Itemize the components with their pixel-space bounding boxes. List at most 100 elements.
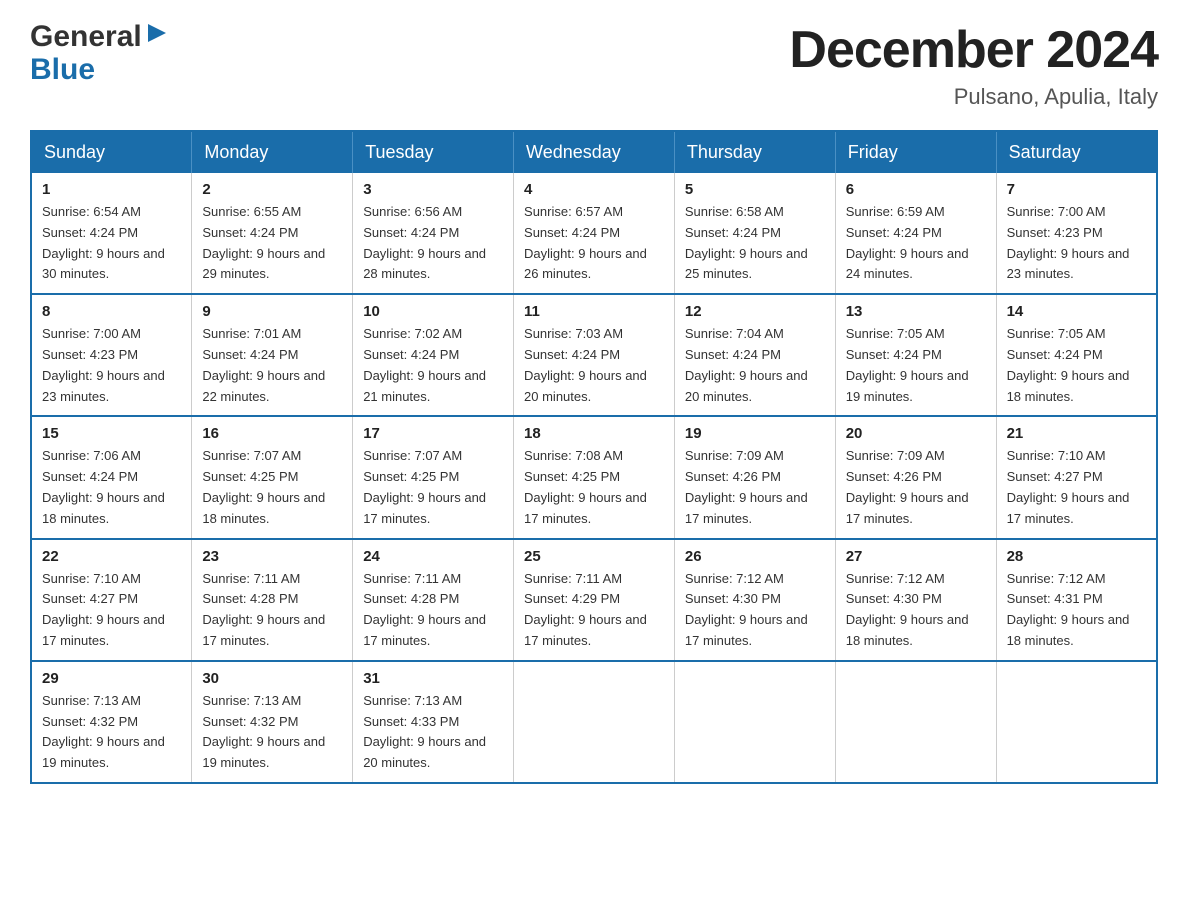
day-cell-26: 26 Sunrise: 7:12 AMSunset: 4:30 PMDayligh… <box>674 539 835 661</box>
day-info-9: Sunrise: 7:01 AMSunset: 4:24 PMDaylight:… <box>202 324 342 407</box>
week-row-5: 29 Sunrise: 7:13 AMSunset: 4:32 PMDayligh… <box>31 661 1157 783</box>
day-info-27: Sunrise: 7:12 AMSunset: 4:30 PMDaylight:… <box>846 569 986 652</box>
col-tuesday: Tuesday <box>353 131 514 173</box>
col-wednesday: Wednesday <box>514 131 675 173</box>
day-number-17: 17 <box>363 425 503 442</box>
day-number-11: 11 <box>524 303 664 320</box>
day-cell-9: 9Sunrise: 7:01 AMSunset: 4:24 PMDaylight… <box>192 294 353 416</box>
day-info-12: Sunrise: 7:04 AMSunset: 4:24 PMDaylight:… <box>685 324 825 407</box>
day-number-4: 4 <box>524 181 664 198</box>
empty-cell-4-4 <box>674 661 835 783</box>
day-info-25: Sunrise: 7:11 AMSunset: 4:29 PMDaylight:… <box>524 569 664 652</box>
day-number-6: 6 <box>846 181 986 198</box>
day-info-3: Sunrise: 6:56 AMSunset: 4:24 PMDaylight:… <box>363 202 503 285</box>
day-cell-1: 1 Sunrise: 6:54 AMSunset: 4:24 PMDaylight… <box>31 173 192 294</box>
day-number-14: 14 <box>1007 303 1146 320</box>
day-number-26: 26 <box>685 548 825 565</box>
logo-arrow-icon <box>146 22 168 44</box>
day-info-31: Sunrise: 7:13 AMSunset: 4:33 PMDaylight:… <box>363 691 503 774</box>
day-number-16: 16 <box>202 425 342 442</box>
day-cell-5: 5Sunrise: 6:58 AMSunset: 4:24 PMDaylight… <box>674 173 835 294</box>
day-number-3: 3 <box>363 181 503 198</box>
week-row-4: 22 Sunrise: 7:10 AMSunset: 4:27 PMDayligh… <box>31 539 1157 661</box>
col-monday: Monday <box>192 131 353 173</box>
day-cell-18: 18 Sunrise: 7:08 AMSunset: 4:25 PMDayligh… <box>514 416 675 538</box>
day-number-8: 8 <box>42 303 181 320</box>
day-cell-12: 12 Sunrise: 7:04 AMSunset: 4:24 PMDayligh… <box>674 294 835 416</box>
page-header: General Blue December 2024 Pulsano, Apul… <box>30 20 1158 110</box>
day-info-15: Sunrise: 7:06 AMSunset: 4:24 PMDaylight:… <box>42 446 181 529</box>
day-info-20: Sunrise: 7:09 AMSunset: 4:26 PMDaylight:… <box>846 446 986 529</box>
day-number-1: 1 <box>42 181 181 198</box>
col-thursday: Thursday <box>674 131 835 173</box>
location-subtitle: Pulsano, Apulia, Italy <box>789 84 1158 110</box>
day-number-5: 5 <box>685 181 825 198</box>
day-info-18: Sunrise: 7:08 AMSunset: 4:25 PMDaylight:… <box>524 446 664 529</box>
day-number-10: 10 <box>363 303 503 320</box>
day-number-24: 24 <box>363 548 503 565</box>
title-section: December 2024 Pulsano, Apulia, Italy <box>789 20 1158 110</box>
logo-blue-text: Blue <box>30 53 168 86</box>
day-info-29: Sunrise: 7:13 AMSunset: 4:32 PMDaylight:… <box>42 691 181 774</box>
day-info-16: Sunrise: 7:07 AMSunset: 4:25 PMDaylight:… <box>202 446 342 529</box>
day-number-29: 29 <box>42 670 181 687</box>
day-info-22: Sunrise: 7:10 AMSunset: 4:27 PMDaylight:… <box>42 569 181 652</box>
day-number-18: 18 <box>524 425 664 442</box>
week-row-3: 15 Sunrise: 7:06 AMSunset: 4:24 PMDayligh… <box>31 416 1157 538</box>
day-number-23: 23 <box>202 548 342 565</box>
day-cell-15: 15 Sunrise: 7:06 AMSunset: 4:24 PMDayligh… <box>31 416 192 538</box>
day-number-12: 12 <box>685 303 825 320</box>
day-cell-13: 13Sunrise: 7:05 AMSunset: 4:24 PMDayligh… <box>835 294 996 416</box>
day-cell-20: 20 Sunrise: 7:09 AMSunset: 4:26 PMDayligh… <box>835 416 996 538</box>
day-number-19: 19 <box>685 425 825 442</box>
day-cell-21: 21 Sunrise: 7:10 AMSunset: 4:27 PMDayligh… <box>996 416 1157 538</box>
logo-general-text: General <box>30 20 142 53</box>
day-cell-27: 27 Sunrise: 7:12 AMSunset: 4:30 PMDayligh… <box>835 539 996 661</box>
day-number-28: 28 <box>1007 548 1146 565</box>
day-cell-14: 14 Sunrise: 7:05 AMSunset: 4:24 PMDayligh… <box>996 294 1157 416</box>
day-number-22: 22 <box>42 548 181 565</box>
day-cell-6: 6Sunrise: 6:59 AMSunset: 4:24 PMDaylight… <box>835 173 996 294</box>
day-info-2: Sunrise: 6:55 AMSunset: 4:24 PMDaylight:… <box>202 202 342 285</box>
day-cell-4: 4 Sunrise: 6:57 AMSunset: 4:24 PMDaylight… <box>514 173 675 294</box>
day-cell-8: 8 Sunrise: 7:00 AMSunset: 4:23 PMDaylight… <box>31 294 192 416</box>
day-cell-19: 19Sunrise: 7:09 AMSunset: 4:26 PMDayligh… <box>674 416 835 538</box>
day-number-15: 15 <box>42 425 181 442</box>
day-cell-22: 22 Sunrise: 7:10 AMSunset: 4:27 PMDayligh… <box>31 539 192 661</box>
day-cell-17: 17 Sunrise: 7:07 AMSunset: 4:25 PMDayligh… <box>353 416 514 538</box>
calendar-table: Sunday Monday Tuesday Wednesday Thursday… <box>30 130 1158 784</box>
day-info-14: Sunrise: 7:05 AMSunset: 4:24 PMDaylight:… <box>1007 324 1146 407</box>
day-cell-2: 2 Sunrise: 6:55 AMSunset: 4:24 PMDaylight… <box>192 173 353 294</box>
day-number-31: 31 <box>363 670 503 687</box>
day-number-20: 20 <box>846 425 986 442</box>
empty-cell-4-5 <box>835 661 996 783</box>
col-saturday: Saturday <box>996 131 1157 173</box>
day-number-21: 21 <box>1007 425 1146 442</box>
day-cell-3: 3 Sunrise: 6:56 AMSunset: 4:24 PMDaylight… <box>353 173 514 294</box>
day-info-11: Sunrise: 7:03 AMSunset: 4:24 PMDaylight:… <box>524 324 664 407</box>
day-info-26: Sunrise: 7:12 AMSunset: 4:30 PMDaylight:… <box>685 569 825 652</box>
day-cell-25: 25 Sunrise: 7:11 AMSunset: 4:29 PMDayligh… <box>514 539 675 661</box>
day-cell-7: 7Sunrise: 7:00 AMSunset: 4:23 PMDaylight… <box>996 173 1157 294</box>
day-number-27: 27 <box>846 548 986 565</box>
day-info-1: Sunrise: 6:54 AMSunset: 4:24 PMDaylight:… <box>42 202 181 285</box>
day-cell-16: 16 Sunrise: 7:07 AMSunset: 4:25 PMDayligh… <box>192 416 353 538</box>
day-number-2: 2 <box>202 181 342 198</box>
day-cell-30: 30Sunrise: 7:13 AMSunset: 4:32 PMDayligh… <box>192 661 353 783</box>
month-title: December 2024 <box>789 20 1158 80</box>
calendar-header-row: Sunday Monday Tuesday Wednesday Thursday… <box>31 131 1157 173</box>
day-info-7: Sunrise: 7:00 AMSunset: 4:23 PMDaylight:… <box>1007 202 1146 285</box>
day-info-21: Sunrise: 7:10 AMSunset: 4:27 PMDaylight:… <box>1007 446 1146 529</box>
day-info-4: Sunrise: 6:57 AMSunset: 4:24 PMDaylight:… <box>524 202 664 285</box>
col-sunday: Sunday <box>31 131 192 173</box>
day-cell-29: 29 Sunrise: 7:13 AMSunset: 4:32 PMDayligh… <box>31 661 192 783</box>
day-number-25: 25 <box>524 548 664 565</box>
col-friday: Friday <box>835 131 996 173</box>
day-info-23: Sunrise: 7:11 AMSunset: 4:28 PMDaylight:… <box>202 569 342 652</box>
day-info-8: Sunrise: 7:00 AMSunset: 4:23 PMDaylight:… <box>42 324 181 407</box>
day-info-17: Sunrise: 7:07 AMSunset: 4:25 PMDaylight:… <box>363 446 503 529</box>
day-info-10: Sunrise: 7:02 AMSunset: 4:24 PMDaylight:… <box>363 324 503 407</box>
day-info-28: Sunrise: 7:12 AMSunset: 4:31 PMDaylight:… <box>1007 569 1146 652</box>
week-row-2: 8 Sunrise: 7:00 AMSunset: 4:23 PMDaylight… <box>31 294 1157 416</box>
day-cell-24: 24Sunrise: 7:11 AMSunset: 4:28 PMDayligh… <box>353 539 514 661</box>
